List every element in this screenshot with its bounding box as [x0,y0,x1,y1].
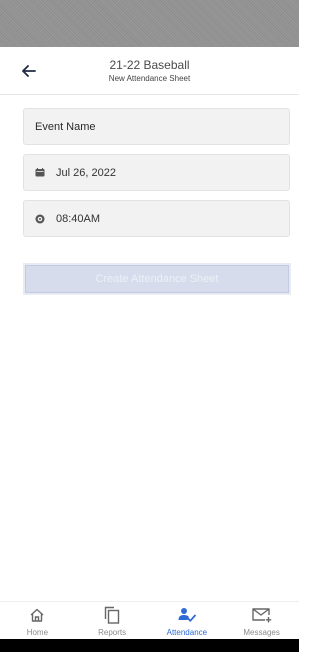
tab-label: Reports [98,628,127,637]
tab-messages[interactable]: Messages [224,602,299,640]
event-name-placeholder: Event Name [35,120,96,133]
bottom-tab-bar: Home Reports Attendance Messages [0,601,299,640]
tab-label: Attendance [166,628,208,637]
attendance-icon [178,605,196,625]
clock-icon [34,213,46,225]
status-bar [0,0,299,47]
tab-attendance[interactable]: Attendance [150,602,225,640]
page-subtitle: New Attendance Sheet [108,74,191,83]
date-field[interactable]: Jul 26, 2022 [23,154,290,191]
app-header: 21-22 Baseball New Attendance Sheet [0,47,299,95]
system-nav-bar [0,639,299,652]
date-value: Jul 26, 2022 [56,166,116,179]
time-value: 08:40AM [56,212,101,225]
calendar-icon [34,167,46,179]
time-field[interactable]: 08:40AM [23,200,290,237]
page-title: 21-22 Baseball [109,58,190,72]
home-icon [29,605,45,625]
tab-label: Home [26,628,49,637]
tab-label: Messages [243,628,280,637]
messages-icon [251,605,272,625]
tab-reports[interactable]: Reports [75,602,150,640]
tab-home[interactable]: Home [0,602,75,640]
create-attendance-sheet-button[interactable]: Create Attendance Sheet [23,263,291,295]
reports-icon [104,605,120,625]
event-name-field[interactable]: Event Name [23,108,290,145]
